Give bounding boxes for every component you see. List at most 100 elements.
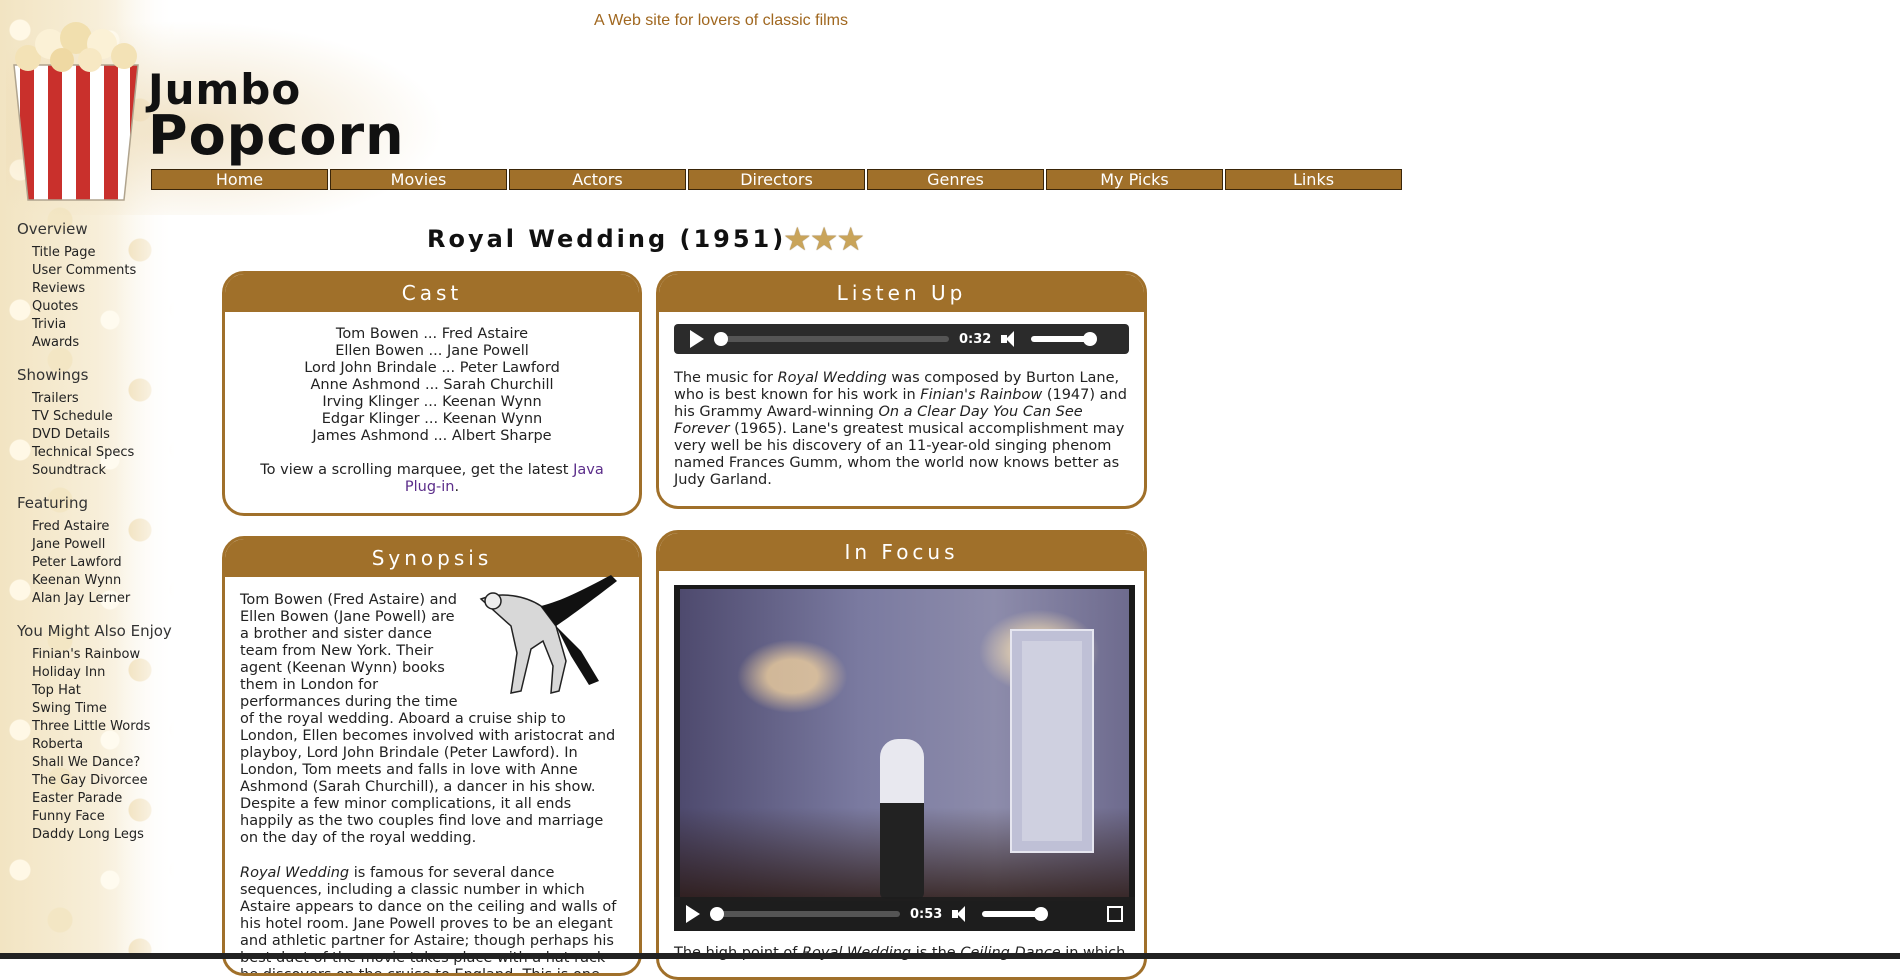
audio-seek-bar[interactable] <box>714 332 949 346</box>
nav-my-picks[interactable]: My Picks <box>1046 169 1223 190</box>
video-volume-slider[interactable] <box>982 907 1049 921</box>
sidebar-item-keenan-wynn[interactable]: Keenan Wynn <box>32 572 172 590</box>
star-icon: ★ <box>836 220 865 258</box>
nav-actors[interactable]: Actors <box>509 169 686 190</box>
video-player[interactable]: 0:53 <box>674 585 1135 931</box>
cast-line: Irving Klinger ... Keenan Wynn <box>322 394 542 410</box>
site-tagline: A Web site for lovers of classic films <box>594 12 848 29</box>
cast-line: James Ashmond ... Albert Sharpe <box>312 428 552 444</box>
volume-icon[interactable] <box>952 906 972 922</box>
in-focus-body: 0:53 The high point of Royal Wedding is … <box>659 571 1144 976</box>
play-icon[interactable] <box>686 905 700 923</box>
sidebar-item-soundtrack[interactable]: Soundtrack <box>32 462 172 480</box>
nav-directors[interactable]: Directors <box>688 169 865 190</box>
star-rating: ★★★ <box>783 220 865 258</box>
cast-line: Tom Bowen ... Fred Astaire <box>335 326 529 342</box>
marquee-end: . <box>454 479 460 495</box>
sidebar-item-jane-powell[interactable]: Jane Powell <box>32 536 172 554</box>
sidebar-item-technical-specs[interactable]: Technical Specs <box>32 444 172 462</box>
sidebar-item-trailers[interactable]: Trailers <box>32 390 172 408</box>
nav-home[interactable]: Home <box>151 169 328 190</box>
sidebar-group-featuring: Featuring Fred Astaire Jane Powell Peter… <box>17 494 172 608</box>
sidebar-item-easter-parade[interactable]: Easter Parade <box>32 790 172 808</box>
sidebar-item-shall-we-dance[interactable]: Shall We Dance? <box>32 754 172 772</box>
text-run: The music for <box>674 370 778 386</box>
sidebar-heading: Showings <box>17 366 89 384</box>
sidebar-item-quotes[interactable]: Quotes <box>32 298 172 316</box>
sidebar-item-reviews[interactable]: Reviews <box>32 280 172 298</box>
sidebar-item-user-comments[interactable]: User Comments <box>32 262 172 280</box>
sidebar-item-alan-jay-lerner[interactable]: Alan Jay Lerner <box>32 590 172 608</box>
listen-up-panel: Listen Up 0:32 The music for Royal Weddi… <box>656 271 1147 509</box>
cast-panel: Cast Tom Bowen ... Fred Astaire Ellen Bo… <box>222 271 642 516</box>
sidebar-item-tv-schedule[interactable]: TV Schedule <box>32 408 172 426</box>
audio-seek-thumb[interactable] <box>714 332 728 346</box>
sidebar-item-roberta[interactable]: Roberta <box>32 736 172 754</box>
sidebar-item-three-little-words[interactable]: Three Little Words <box>32 718 172 736</box>
nav-links[interactable]: Links <box>1225 169 1402 190</box>
cast-line: Ellen Bowen ... Jane Powell <box>335 343 529 359</box>
nav-movies[interactable]: Movies <box>330 169 507 190</box>
video-controls: 0:53 <box>674 897 1135 931</box>
sidebar-group-also-enjoy: You Might Also Enjoy Finian's Rainbow Ho… <box>17 622 172 844</box>
audio-volume-slider[interactable] <box>1031 332 1098 346</box>
main-nav: Home Movies Actors Directors Genres My P… <box>151 169 1402 190</box>
listen-up-text: The music for Royal Wedding was composed… <box>674 370 1129 489</box>
text-italic: Finian's Rainbow <box>920 387 1043 403</box>
video-seek-thumb[interactable] <box>710 907 724 921</box>
marquee-text: To view a scrolling marquee, get the lat… <box>260 462 569 478</box>
marquee-notice: To view a scrolling marquee, get the lat… <box>240 462 624 496</box>
dancer-illustration <box>479 575 617 694</box>
sidebar-heading: Featuring <box>17 494 88 512</box>
sidebar-item-swing-time[interactable]: Swing Time <box>32 700 172 718</box>
cast-list: Tom Bowen ... Fred Astaire Ellen Bowen .… <box>225 312 639 510</box>
audio-time: 0:32 <box>959 331 992 347</box>
in-focus-panel: In Focus 0:53 The high point of Royal We… <box>656 530 1147 980</box>
sidebar-item-funny-face[interactable]: Funny Face <box>32 808 172 826</box>
logo-line-2: Popcorn <box>148 103 405 167</box>
fullscreen-icon[interactable] <box>1107 906 1123 922</box>
video-dancer <box>880 739 924 899</box>
sidebar-item-the-gay-divorcee[interactable]: The Gay Divorcee <box>32 772 172 790</box>
video-seek-bar[interactable] <box>710 907 900 921</box>
sidebar-item-top-hat[interactable]: Top Hat <box>32 682 172 700</box>
sidebar-heading: You Might Also Enjoy <box>17 622 172 640</box>
logo-wordmark: Jumbo Popcorn <box>148 69 405 167</box>
sidebar-item-peter-lawford[interactable]: Peter Lawford <box>32 554 172 572</box>
audio-player[interactable]: 0:32 <box>674 324 1129 354</box>
text-run: (1965). Lane's greatest musical accompli… <box>674 421 1125 488</box>
sidebar-group-showings: Showings Trailers TV Schedule DVD Detail… <box>17 366 172 480</box>
listen-up-body: 0:32 The music for Royal Wedding was com… <box>659 312 1144 503</box>
nav-genres[interactable]: Genres <box>867 169 1044 190</box>
star-icon: ★ <box>783 220 812 258</box>
panel-heading: Cast <box>225 274 639 312</box>
video-frame <box>680 589 1129 901</box>
popcorn-bucket-icon <box>13 22 139 201</box>
panel-heading: In Focus <box>659 533 1144 571</box>
sidebar-group-overview: Overview Title Page User Comments Review… <box>17 220 172 352</box>
volume-thumb[interactable] <box>1083 332 1098 346</box>
cast-line: Anne Ashmond ... Sarah Churchill <box>310 377 554 393</box>
star-icon: ★ <box>809 220 839 258</box>
panel-heading: Listen Up <box>659 274 1144 312</box>
sidebar-item-title-page[interactable]: Title Page <box>32 244 172 262</box>
sidebar-item-dvd-details[interactable]: DVD Details <box>32 426 172 444</box>
sidebar-item-awards[interactable]: Awards <box>32 334 172 352</box>
sidebar-item-daddy-long-legs[interactable]: Daddy Long Legs <box>32 826 172 844</box>
synopsis-panel: Synopsis Tom Bowen (Fred Astaire) and El… <box>222 536 642 976</box>
video-time: 0:53 <box>910 906 943 922</box>
sidebar-item-trivia[interactable]: Trivia <box>32 316 172 334</box>
video-door <box>1010 629 1094 853</box>
play-icon[interactable] <box>690 330 704 348</box>
text-run: is famous for several dance sequences, i… <box>240 865 617 976</box>
volume-icon[interactable] <box>1001 331 1021 347</box>
page-title: Royal Wedding (1951) <box>427 225 787 253</box>
volume-thumb[interactable] <box>1034 907 1049 921</box>
cast-line: Edgar Klinger ... Keenan Wynn <box>321 411 543 427</box>
text-italic: Royal Wedding <box>777 370 887 386</box>
window-bottom-bar <box>0 953 1900 959</box>
cast-line: Lord John Brindale ... Peter Lawford <box>304 360 560 376</box>
sidebar-item-finians-rainbow[interactable]: Finian's Rainbow <box>32 646 172 664</box>
sidebar-item-holiday-inn[interactable]: Holiday Inn <box>32 664 172 682</box>
sidebar-item-fred-astaire[interactable]: Fred Astaire <box>32 518 172 536</box>
